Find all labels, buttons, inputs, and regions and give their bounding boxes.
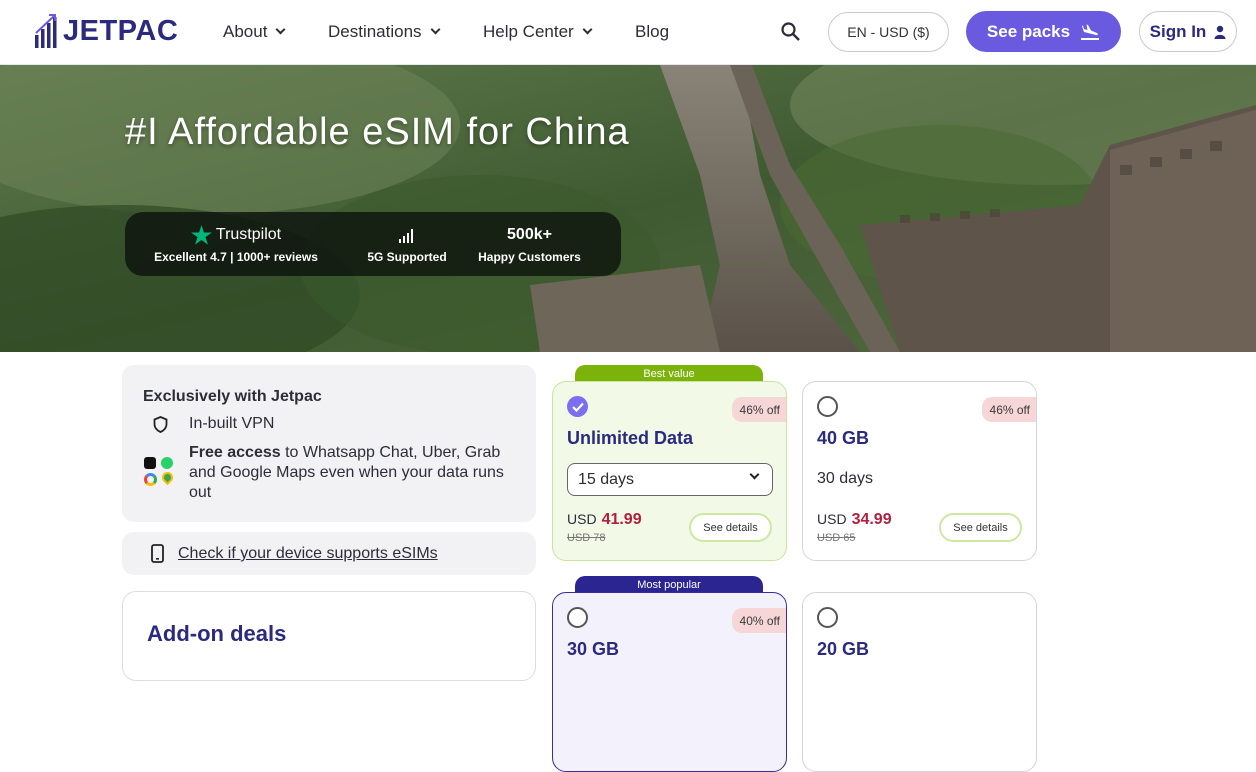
great-wall-image <box>0 65 1256 352</box>
logo-bars-icon <box>35 14 57 48</box>
device-check-link[interactable]: Check if your device supports eSIMs <box>178 545 438 563</box>
5g-label: 5G Supported <box>367 249 447 264</box>
star-icon <box>190 224 212 245</box>
trustpilot-rating: Excellent 4.7 | 1000+ reviews <box>154 249 318 264</box>
exclusive-panel: Exclusively with Jetpac In-built VPN Fre… <box>122 365 536 522</box>
google-icon <box>144 473 157 486</box>
nav-blog[interactable]: Blog <box>635 0 669 64</box>
search-icon[interactable] <box>780 21 802 43</box>
duration-select[interactable]: 15 days <box>567 463 773 496</box>
nav-destinations[interactable]: Destinations <box>328 0 441 64</box>
most-popular-tag: Most popular <box>575 576 763 593</box>
chevron-down-icon <box>582 24 593 35</box>
customers-label: Happy Customers <box>478 249 581 264</box>
discount-badge: 40% off <box>731 608 786 633</box>
chevron-down-icon <box>749 469 760 480</box>
price: USD 34.99 <box>817 511 892 529</box>
old-price: USD 65 <box>817 532 856 544</box>
maps-pin-icon <box>159 469 176 486</box>
plan-name: Unlimited Data <box>567 428 694 448</box>
nav-about-label: About <box>223 22 268 41</box>
old-price: USD 78 <box>567 532 606 544</box>
currency: USD <box>567 511 597 527</box>
nav-about[interactable]: About <box>223 0 286 64</box>
device-check-panel: Check if your device supports eSIMs <box>122 532 536 575</box>
best-value-tag: Best value <box>575 365 763 382</box>
site-header: JETPAC About Destinations Help Center Bl… <box>0 0 1256 65</box>
price-value: 34.99 <box>851 511 892 528</box>
hero-title: #I Affordable eSIM for China <box>125 111 630 153</box>
see-details-button[interactable]: See details <box>689 513 772 542</box>
radio-unselected[interactable] <box>567 607 588 628</box>
plan-card-30gb[interactable]: 40% off 30 GB <box>552 592 787 772</box>
check-icon <box>571 402 584 412</box>
nav-help-center[interactable]: Help Center <box>483 0 593 64</box>
shield-icon <box>153 416 168 433</box>
whatsapp-icon <box>161 457 173 469</box>
app-icons <box>144 457 176 489</box>
signal-icon <box>399 228 413 243</box>
sign-in-button[interactable]: Sign In <box>1139 11 1237 52</box>
logo-text: JETPAC <box>63 14 179 47</box>
see-packs-label: See packs <box>986 21 1071 41</box>
language-currency-selector[interactable]: EN - USD ($) <box>828 12 949 52</box>
5g-stat: 5G Supported <box>347 225 467 264</box>
radio-selected[interactable] <box>567 396 588 417</box>
plan-card-unlimited[interactable]: 46% off Unlimited Data 15 days USD 41.99 … <box>552 381 787 561</box>
trustpilot-label: Trustpilot <box>215 225 282 243</box>
phone-icon <box>151 544 164 563</box>
free-access-feature: Free access to Whatsapp Chat, Uber, Grab… <box>189 443 509 503</box>
nav-blog-label: Blog <box>635 22 670 41</box>
radio-unselected[interactable] <box>817 607 838 628</box>
plane-landing-icon <box>1081 24 1100 40</box>
plan-name: 20 GB <box>817 639 870 659</box>
free-access-strong: Free access <box>189 444 281 461</box>
chevron-down-icon <box>430 24 441 35</box>
discount-badge: 46% off <box>731 397 786 422</box>
addon-deals-title: Add-on deals <box>147 621 287 646</box>
plan-card-20gb[interactable]: 20 GB <box>802 592 1037 772</box>
customers-stat: 500k+ Happy Customers <box>467 225 592 264</box>
customers-count: 500k+ <box>507 225 552 243</box>
nav-help-center-label: Help Center <box>483 22 574 41</box>
price: USD 41.99 <box>567 511 642 529</box>
vpn-feature: In-built VPN <box>189 415 275 432</box>
hero-banner: #I Affordable eSIM for China Trustpilot … <box>0 65 1256 352</box>
addon-deals-panel: Add-on deals <box>122 591 536 681</box>
duration-value: 30 days <box>817 470 874 487</box>
price-value: 41.99 <box>601 511 642 528</box>
plan-card-40gb[interactable]: 46% off 40 GB 30 days USD 34.99 USD 65 Se… <box>802 381 1037 561</box>
chevron-down-icon <box>275 24 286 35</box>
radio-unselected[interactable] <box>817 396 838 417</box>
nav-destinations-label: Destinations <box>328 22 422 41</box>
plan-name: 30 GB <box>567 639 620 659</box>
user-icon <box>1214 25 1226 39</box>
sign-in-label: Sign In <box>1149 21 1207 41</box>
trustpilot-stat[interactable]: Trustpilot Excellent 4.7 | 1000+ reviews <box>125 224 347 264</box>
uber-icon <box>144 457 156 469</box>
plan-name: 40 GB <box>817 428 870 448</box>
stats-bar: Trustpilot Excellent 4.7 | 1000+ reviews… <box>125 212 621 276</box>
duration-value: 15 days <box>578 470 635 488</box>
see-details-button[interactable]: See details <box>939 513 1022 542</box>
see-packs-button[interactable]: See packs <box>966 11 1121 52</box>
jetpac-logo[interactable]: JETPAC <box>34 13 178 49</box>
exclusive-title: Exclusively with Jetpac <box>143 388 322 405</box>
currency: USD <box>817 511 847 527</box>
discount-badge: 46% off <box>981 397 1036 422</box>
